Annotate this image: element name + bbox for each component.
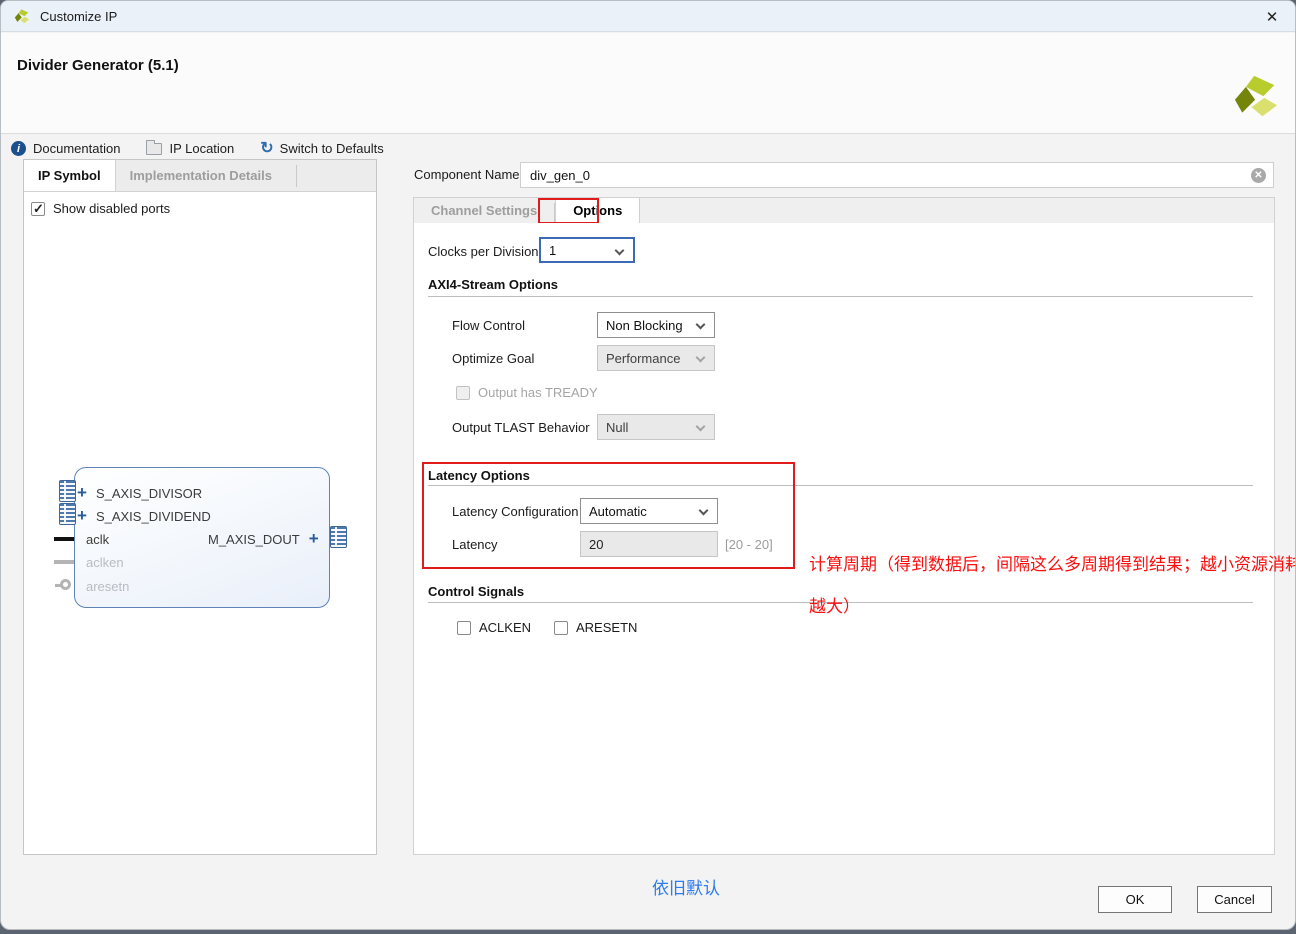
xilinx-logo-icon <box>14 9 30 24</box>
flow-control-label: Flow Control <box>452 318 525 333</box>
documentation-label: Documentation <box>33 141 120 156</box>
right-tab-bar: Channel Settings Options <box>413 197 1275 224</box>
switch-to-defaults-label: Switch to Defaults <box>280 141 384 156</box>
window-title: Customize IP <box>40 9 117 24</box>
documentation-link[interactable]: i Documentation <box>11 141 120 156</box>
page-title: Divider Generator (5.1) <box>17 57 179 74</box>
port-s-axis-divisor[interactable]: + S_AXIS_DIVISOR <box>77 484 202 502</box>
ip-symbol-panel: IP Symbol Implementation Details Show di… <box>23 159 377 855</box>
switch-to-defaults-link[interactable]: ↻ Switch to Defaults <box>260 141 383 156</box>
tab-ip-symbol[interactable]: IP Symbol <box>24 160 116 191</box>
disabled-stub-icon <box>54 560 74 564</box>
ip-location-link[interactable]: IP Location <box>146 141 234 156</box>
tab-separator <box>296 165 297 187</box>
flow-control-select[interactable]: Non Blocking <box>597 312 715 338</box>
port-aclken: aclken <box>86 553 124 571</box>
chevron-down-icon <box>696 422 706 432</box>
clocks-per-division-select[interactable]: 1 <box>539 237 635 263</box>
output-has-tready-row: Output has TREADY <box>456 385 598 400</box>
info-icon: i <box>11 141 26 156</box>
options-tab-red-annotation <box>538 198 599 224</box>
tab-implementation-details[interactable]: Implementation Details <box>116 160 286 191</box>
axis-bus-icon <box>59 480 76 502</box>
port-aresetn: aresetn <box>86 577 129 595</box>
clock-stub-icon <box>54 537 74 541</box>
chevron-down-icon <box>696 353 706 363</box>
optimize-goal-select: Performance <box>597 345 715 371</box>
port-s-axis-dividend[interactable]: + S_AXIS_DIVIDEND <box>77 507 211 525</box>
xilinx-logo <box>1233 75 1279 119</box>
latency-annotation-text-line1: 计算周期（得到数据后，间隔这么多周期得到结果；越小资源消耗 <box>809 550 1296 575</box>
chevron-down-icon <box>696 320 706 330</box>
dialog-header: Divider Generator (5.1) i Documentation … <box>1 33 1295 134</box>
show-disabled-ports-label: Show disabled ports <box>53 201 170 216</box>
optimize-goal-label: Optimize Goal <box>452 351 534 366</box>
reset-ring-icon <box>60 579 71 590</box>
port-m-axis-dout[interactable]: M_AXIS_DOUT + <box>208 530 319 548</box>
aclken-row: ACLKEN <box>457 620 531 635</box>
ip-location-label: IP Location <box>169 141 234 156</box>
refresh-icon: ↻ <box>260 142 273 156</box>
left-tab-bar: IP Symbol Implementation Details <box>24 160 376 192</box>
customize-ip-dialog: Customize IP ✕ Divider Generator (5.1) i… <box>0 0 1296 930</box>
options-panel: Clocks per Division 1 AXI4-Stream Option… <box>413 223 1275 855</box>
aclken-checkbox[interactable] <box>457 621 471 635</box>
cancel-button[interactable]: Cancel <box>1197 886 1272 913</box>
title-bar: Customize IP ✕ <box>1 1 1295 32</box>
aresetn-row: ARESETN <box>554 620 637 635</box>
output-has-tready-checkbox <box>456 386 470 400</box>
expand-plus-icon[interactable]: + <box>77 509 87 523</box>
folder-icon <box>146 143 162 155</box>
show-disabled-ports-row: Show disabled ports <box>31 201 170 216</box>
tab-channel-settings[interactable]: Channel Settings <box>414 198 554 223</box>
clear-icon[interactable]: ✕ <box>1251 168 1266 183</box>
chevron-down-icon <box>615 246 625 256</box>
axis-bus-icon <box>330 526 347 548</box>
clocks-per-division-label: Clocks per Division <box>428 244 539 259</box>
latency-annotation-text-line2: 越大） <box>809 592 860 617</box>
section-divider <box>428 296 1253 297</box>
latency-red-annotation-box <box>422 462 795 569</box>
axis-bus-icon <box>59 503 76 525</box>
control-signals-section-title: Control Signals <box>428 584 524 599</box>
expand-plus-icon[interactable]: + <box>309 532 319 546</box>
port-aclk: aclk <box>86 530 109 548</box>
output-tlast-behavior-select: Null <box>597 414 715 440</box>
component-name-label: Component Name <box>414 167 520 182</box>
axi4-section-title: AXI4-Stream Options <box>428 277 558 292</box>
output-tlast-behavior-label: Output TLAST Behavior <box>452 420 590 435</box>
component-name-input[interactable]: div_gen_0 ✕ <box>520 162 1274 188</box>
ok-button[interactable]: OK <box>1098 886 1172 913</box>
expand-plus-icon[interactable]: + <box>77 486 87 500</box>
show-disabled-ports-checkbox[interactable] <box>31 202 45 216</box>
bottom-annotation-text: 依旧默认 <box>652 874 720 899</box>
aresetn-checkbox[interactable] <box>554 621 568 635</box>
close-icon[interactable]: ✕ <box>1261 6 1283 28</box>
